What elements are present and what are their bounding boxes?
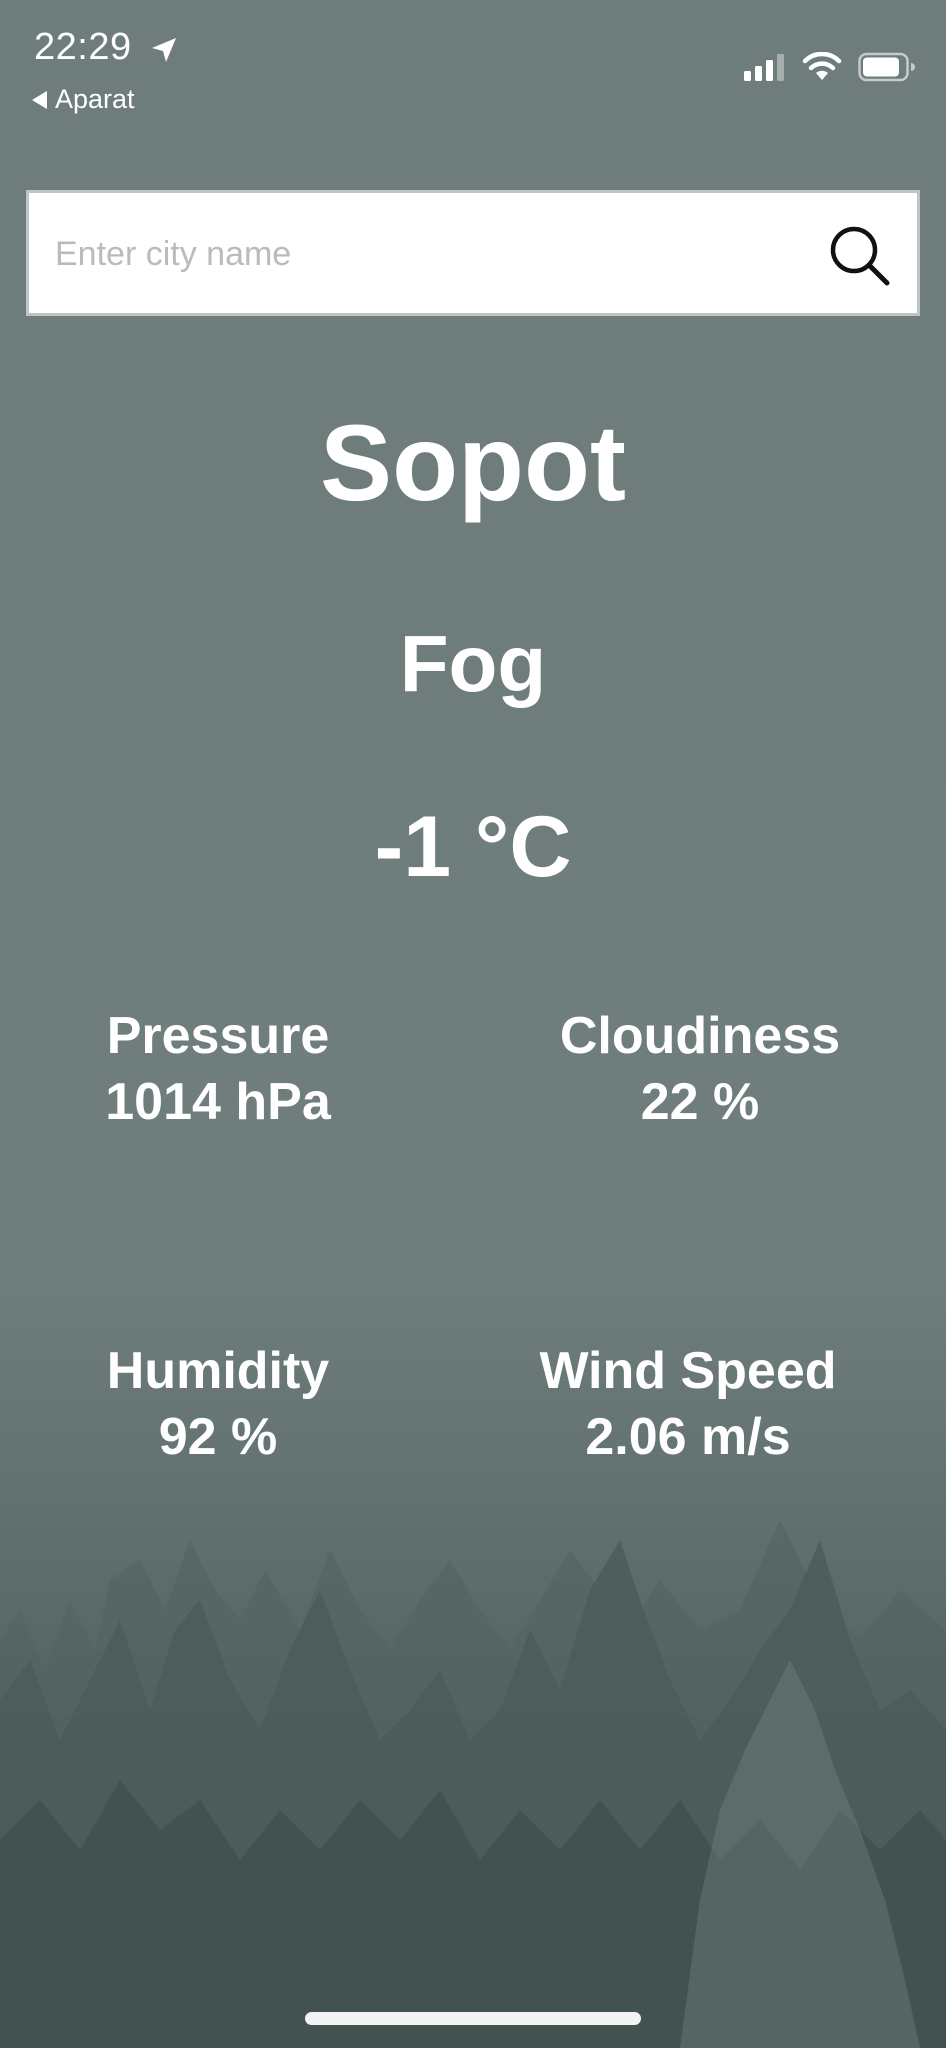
- cloudiness-value: 22 %: [640, 1073, 760, 1131]
- back-to-app-link[interactable]: Aparat: [32, 84, 135, 115]
- humidity-value: 92 %: [158, 1408, 278, 1466]
- home-indicator[interactable]: [305, 2012, 641, 2025]
- status-bar: 22:29 Aparat: [0, 0, 946, 130]
- search-bar: [26, 190, 920, 316]
- wind-speed-value: 2.06 m/s: [585, 1408, 791, 1466]
- pressure-value: 1014 hPa: [105, 1073, 331, 1131]
- cloudiness-label: Cloudiness: [559, 1007, 841, 1065]
- pressure-stat: Pressure 1014 hPa: [18, 1003, 418, 1135]
- humidity-stat: Humidity 92 %: [18, 1338, 418, 1470]
- foggy-forest-background: [0, 1520, 946, 2048]
- weather-condition: Fog: [399, 619, 547, 708]
- search-icon[interactable]: [827, 223, 891, 287]
- wind-speed-stat: Wind Speed 2.06 m/s: [488, 1338, 888, 1470]
- cellular-signal-icon: [744, 54, 784, 81]
- city-name: Sopot: [320, 402, 626, 523]
- battery-icon: [858, 52, 915, 82]
- status-time: 22:29: [34, 26, 132, 68]
- location-arrow-icon: [152, 38, 176, 62]
- humidity-label: Humidity: [106, 1342, 330, 1400]
- pressure-label: Pressure: [106, 1007, 330, 1065]
- wifi-icon: [802, 52, 842, 80]
- status-icons: [744, 52, 916, 82]
- temperature: -1 °C: [374, 799, 572, 895]
- cloudiness-stat: Cloudiness 22 %: [500, 1003, 900, 1135]
- back-link-label: Aparat: [55, 84, 135, 114]
- back-triangle-icon: [32, 90, 47, 109]
- city-search-input[interactable]: [53, 193, 817, 315]
- wind-speed-label: Wind Speed: [539, 1342, 837, 1400]
